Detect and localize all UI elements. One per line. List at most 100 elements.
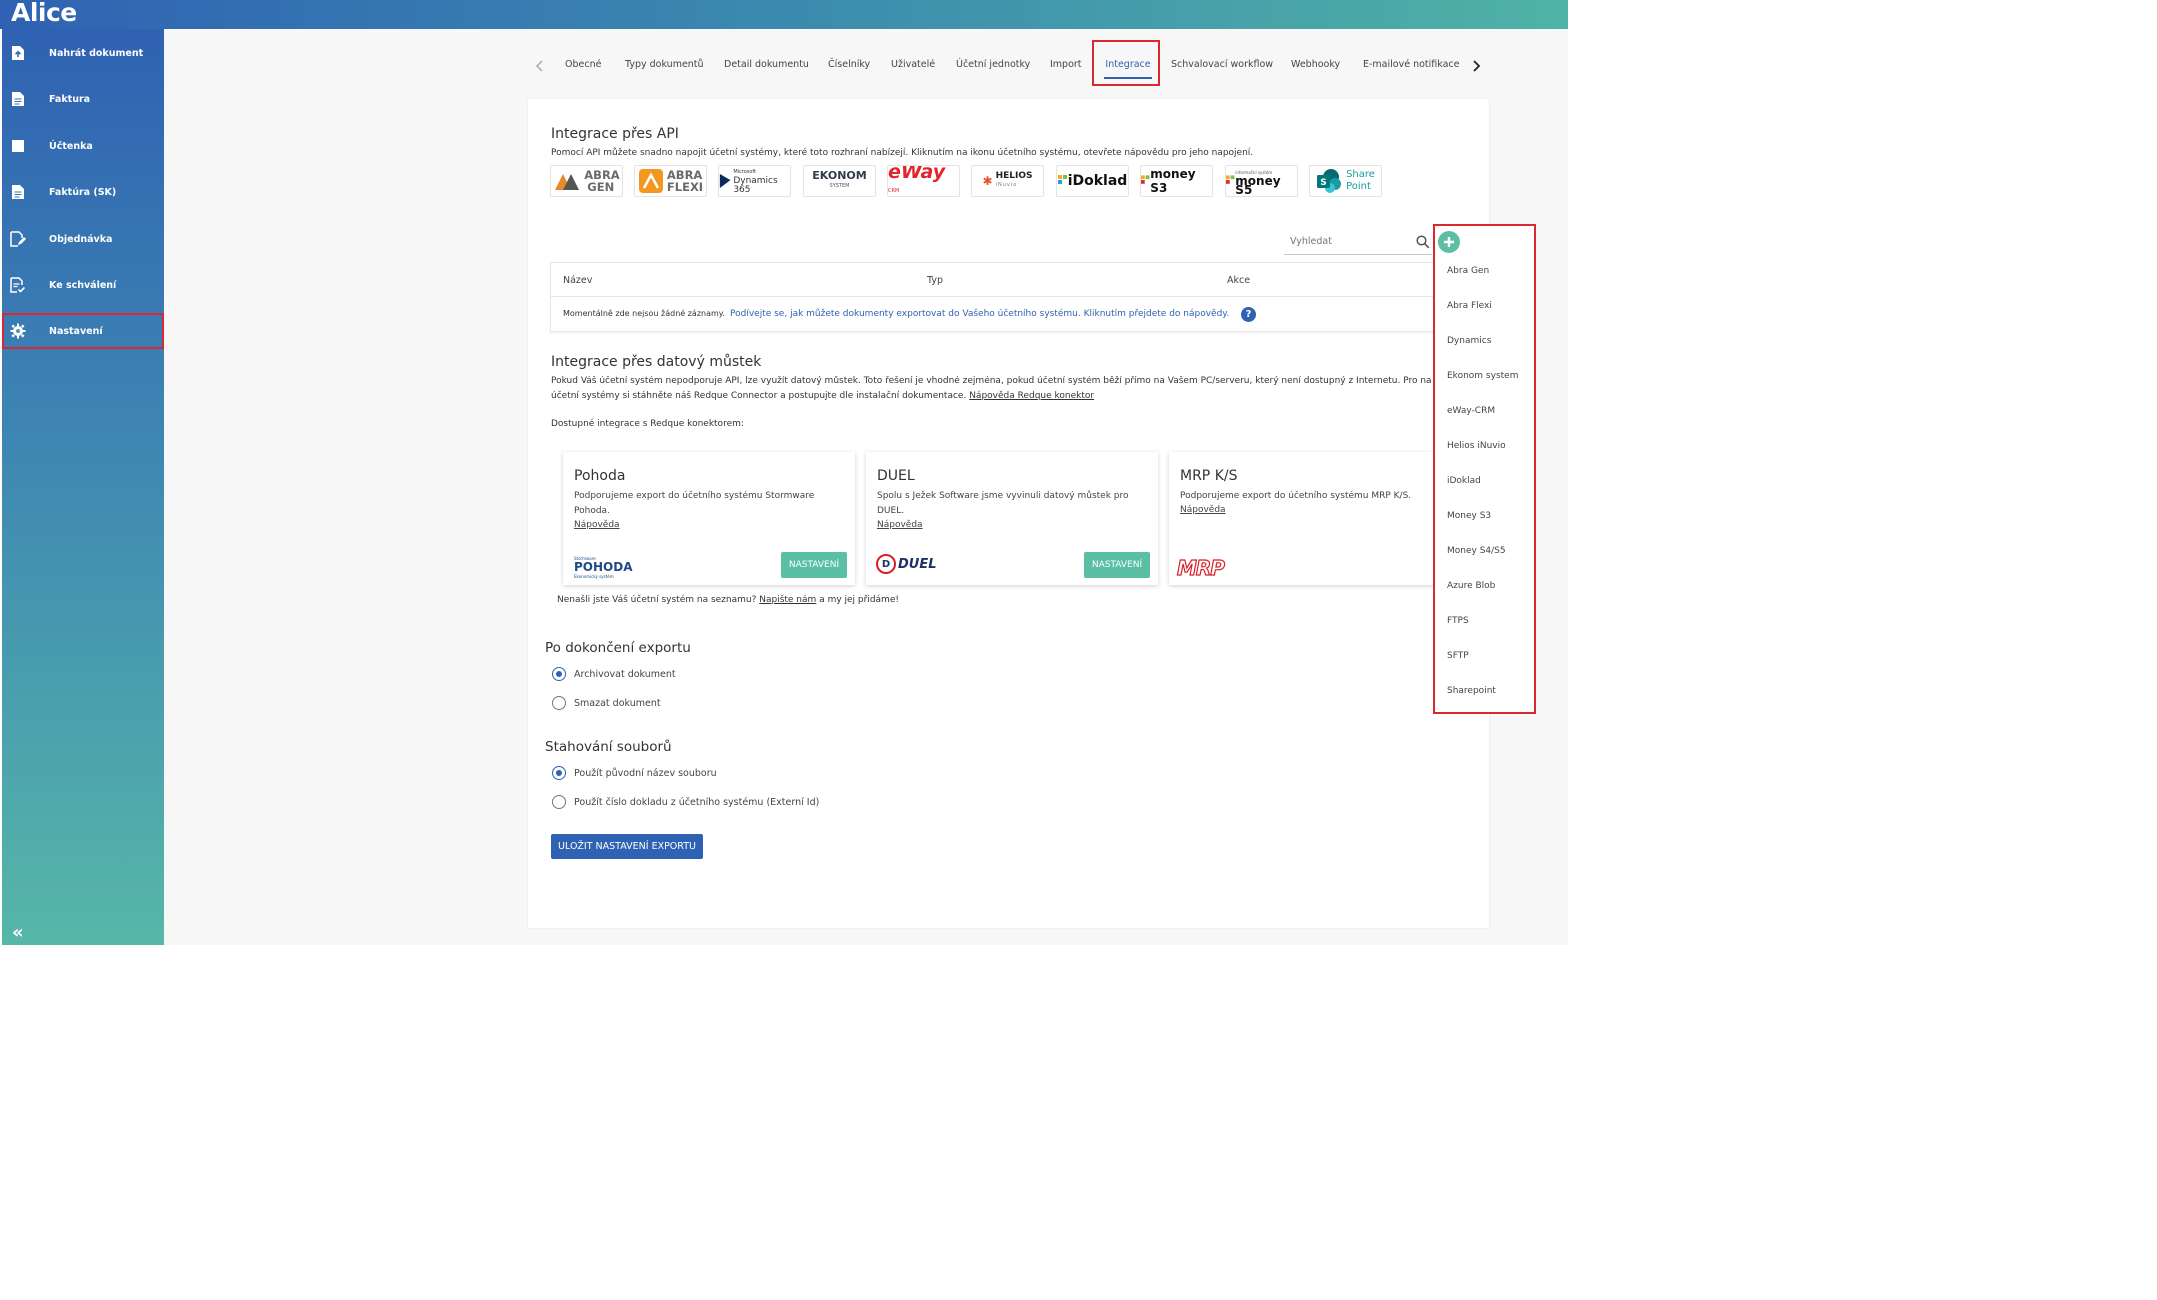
money-icon: [1141, 175, 1150, 184]
tab-document-types[interactable]: Typy dokumentů: [625, 42, 704, 86]
document-icon: [10, 91, 26, 107]
order-icon: [10, 231, 26, 247]
external-id-radio[interactable]: [552, 795, 566, 809]
tab-codelists[interactable]: Číselníky: [828, 42, 870, 86]
money-icon: [1226, 175, 1235, 184]
pohoda-logo: Stormware POHODA Ekonomický systém: [574, 556, 633, 579]
card-title: DUEL: [877, 468, 915, 484]
help-icon[interactable]: ?: [1241, 307, 1256, 322]
bridge-title: Integrace přes datový můstek: [551, 354, 762, 370]
top-bar: Alice: [0, 0, 1568, 29]
money-s3-logo[interactable]: money S3: [1140, 165, 1213, 197]
card-description: Spolu s Ježek Software jsme vyvinuli dat…: [877, 491, 1129, 516]
sidebar-item-label: Ke schválení: [49, 279, 117, 291]
column-name[interactable]: Název: [563, 275, 592, 286]
api-description: Pomocí API můžete snadno napojit účetní …: [551, 148, 1254, 158]
card-description: Podporujeme export do účetního systému M…: [1180, 491, 1412, 501]
add-integration-dropdown: Abra Gen Abra Flexi Dynamics Ekonom syst…: [1433, 224, 1536, 714]
contact-us-link[interactable]: Napište nám: [759, 595, 816, 605]
ekonom-logo[interactable]: EKONOM SYSTEM: [803, 165, 876, 197]
dropdown-item[interactable]: Dynamics: [1447, 336, 1491, 346]
sidebar-item-receipt[interactable]: Účtenka: [2, 128, 164, 164]
tab-general[interactable]: Obecné: [565, 42, 601, 86]
dropdown-item[interactable]: Money S3: [1447, 511, 1491, 521]
delete-document-radio[interactable]: [552, 696, 566, 710]
sidebar-item-invoice-sk[interactable]: Faktúra (SK): [2, 174, 164, 210]
dropdown-item[interactable]: Helios iNuvio: [1447, 441, 1506, 451]
abra-flexi-icon: [638, 169, 663, 193]
card-help-link[interactable]: Nápověda: [877, 520, 923, 530]
add-integration-button[interactable]: [1438, 231, 1460, 253]
abra-gen-logo[interactable]: ABRA GEN: [550, 165, 623, 197]
search-icon[interactable]: [1416, 234, 1430, 253]
sidebar-item-label: Faktúra (SK): [49, 186, 117, 198]
tab-highlight-frame: [1092, 40, 1160, 86]
dropdown-item[interactable]: Sharepoint: [1447, 686, 1496, 696]
abra-flexi-logo[interactable]: ABRA FLEXI: [634, 165, 707, 197]
dropdown-item[interactable]: Abra Gen: [1447, 266, 1489, 276]
dropdown-item[interactable]: FTPS: [1447, 616, 1469, 626]
card-help-link[interactable]: Nápověda: [574, 520, 620, 530]
original-filename-radio[interactable]: [552, 766, 566, 780]
search-box: [1284, 229, 1432, 255]
receipt-icon: [10, 138, 26, 154]
svg-text:S: S: [1320, 178, 1326, 188]
duel-logo: D DUEL: [876, 554, 937, 574]
card-description: Podporujeme export do účetního systému S…: [574, 491, 815, 516]
tab-email-notifications[interactable]: E-mailové notifikace: [1363, 42, 1460, 86]
dropdown-item[interactable]: SFTP: [1447, 651, 1469, 661]
duel-card: DUEL Spolu s Ježek Software jsme vyvinul…: [866, 452, 1158, 585]
sidebar-item-label: Faktura: [49, 93, 91, 105]
save-export-settings-button[interactable]: ULOŽIT NASTAVENÍ EXPORTU: [551, 834, 703, 859]
dynamics-icon: [719, 173, 731, 189]
sidebar-item-upload[interactable]: Nahrát dokument: [2, 35, 164, 71]
duel-settings-button[interactable]: NASTAVENÍ: [1084, 552, 1150, 578]
collapse-sidebar-icon[interactable]: «: [12, 922, 24, 943]
search-input[interactable]: [1284, 229, 1404, 254]
money-s5-logo[interactable]: informační systém money S5: [1225, 165, 1298, 197]
dropdown-item[interactable]: Azure Blob: [1447, 581, 1495, 591]
tab-accounting-units[interactable]: Účetní jednotky: [956, 42, 1030, 86]
dropdown-item[interactable]: iDoklad: [1447, 476, 1481, 486]
card-title: Pohoda: [574, 468, 626, 484]
mrp-logo: MRP: [1176, 555, 1225, 580]
sidebar-item-invoice[interactable]: Faktura: [2, 81, 164, 117]
redque-connector-help-link[interactable]: Nápověda Redque konektor: [969, 391, 1094, 401]
sidebar-item-settings[interactable]: Nastavení: [2, 313, 164, 349]
dynamics-365-logo[interactable]: Microsoft Dynamics 365: [718, 165, 791, 197]
eway-crm-logo[interactable]: eWay CRM: [887, 165, 960, 197]
app-logo[interactable]: Alice: [11, 0, 77, 27]
sharepoint-icon: S: [1317, 169, 1342, 193]
idoklad-logo[interactable]: iDoklad: [1056, 165, 1129, 197]
export-help-link[interactable]: Podívejte se, jak můžete dokumenty expor…: [730, 309, 1229, 319]
sidebar-item-order[interactable]: Objednávka: [2, 221, 164, 257]
dropdown-item[interactable]: Abra Flexi: [1447, 301, 1492, 311]
settings-tabs: Obecné Typy dokumentů Detail dokumentu Č…: [530, 42, 1490, 86]
tab-import[interactable]: Import: [1050, 42, 1082, 86]
radio-label: Archivovat dokument: [574, 669, 676, 680]
idoklad-icon: [1057, 175, 1067, 184]
tab-webhooks[interactable]: Webhooky: [1291, 42, 1340, 86]
api-title: Integrace přes API: [551, 126, 679, 142]
pohoda-card: Pohoda Podporujeme export do účetního sy…: [563, 452, 855, 585]
sidebar-item-label: Účtenka: [49, 140, 93, 152]
sidebar-item-label: Nastavení: [49, 325, 103, 337]
card-help-link[interactable]: Nápověda: [1180, 505, 1226, 515]
available-integrations-label: Dostupné integrace s Redque konektorem:: [551, 419, 744, 429]
chevron-right-icon[interactable]: [1471, 57, 1481, 72]
mrp-card: MRP K/S Podporujeme export do účetního s…: [1169, 452, 1435, 585]
approve-icon: [10, 277, 26, 293]
tab-users[interactable]: Uživatelé: [891, 42, 935, 86]
helios-logo[interactable]: ✱ HELIOS iNuvio: [971, 165, 1044, 197]
archive-document-radio[interactable]: [552, 667, 566, 681]
sidebar: Nahrát dokument Faktura Účtenka Faktúra …: [2, 29, 164, 945]
dropdown-item[interactable]: Ekonom system: [1447, 371, 1518, 381]
column-type[interactable]: Typ: [927, 275, 943, 286]
dropdown-item[interactable]: Money S4/S5: [1447, 546, 1506, 556]
sidebar-item-approval[interactable]: Ke schválení: [2, 267, 164, 303]
sharepoint-logo[interactable]: S Share Point: [1309, 165, 1382, 197]
pohoda-settings-button[interactable]: NASTAVENÍ: [781, 552, 847, 578]
tab-approval-workflow[interactable]: Schvalovací workflow: [1171, 42, 1273, 86]
tab-document-detail[interactable]: Detail dokumentu: [724, 42, 809, 86]
dropdown-item[interactable]: eWay-CRM: [1447, 406, 1495, 416]
